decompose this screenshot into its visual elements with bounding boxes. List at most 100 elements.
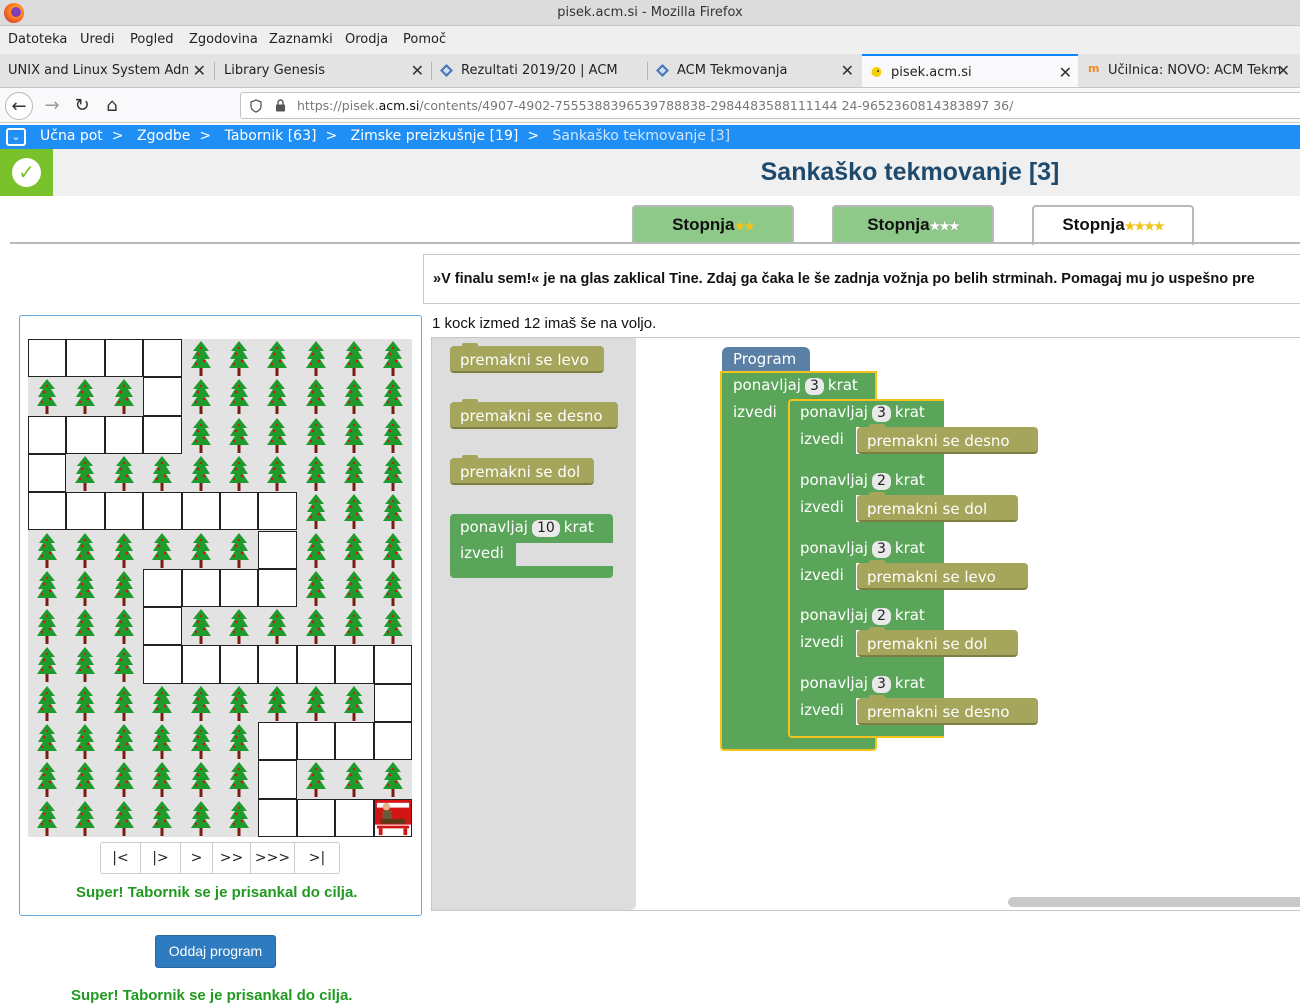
close-tab-icon[interactable]: ✕ [1059,63,1072,82]
play-button[interactable]: > [181,843,213,873]
reset-button[interactable]: |< [101,843,141,873]
workspace-scrollbar[interactable] [1008,897,1300,907]
menu-pomoc[interactable]: Pomoč [403,32,446,47]
move-block[interactable]: premakni se levo [857,559,1028,590]
tree-cell [28,799,66,837]
menu-pogled[interactable]: Pogled [130,32,173,47]
menu-datoteka[interactable]: Datoteka [8,32,67,47]
result-message-bottom: Super! Tabornik se je prisankal do cilja… [71,987,353,1004]
tab-rezultati[interactable]: Rezultati 2019/20 | ACM T [432,54,646,87]
reload-button[interactable]: ↻ [68,92,96,120]
close-tab-icon[interactable]: ✕ [193,61,206,80]
move-block[interactable]: premakni se desno [857,424,1038,454]
menu-orodja[interactable]: Orodja [345,32,388,47]
tab-ucilnica[interactable]: m Učilnica: NOVO: ACM Tekm ✕ [1080,54,1300,87]
tree-icon [267,609,288,645]
tree-cell [105,684,143,722]
tree-icon [75,685,96,721]
do-label: izvedi [800,430,844,448]
tab-acm-tekmovanja[interactable]: ACM Tekmovanja ✕ [648,54,860,87]
tree-cell [335,492,373,530]
close-tab-icon[interactable]: ✕ [1277,61,1290,80]
path-cell [66,492,105,531]
path-cell [220,568,259,608]
tree-cell [66,607,104,645]
tree-cell [335,339,373,377]
fast-play-button[interactable]: >> [213,843,251,873]
url-bar[interactable]: https://pisek.acm.si/contents/4907-4902-… [240,92,1300,119]
chevron-down-icon[interactable]: ⌄ [6,128,26,146]
skip-to-end-button[interactable]: >| [295,843,339,873]
toolbox-block-left[interactable]: premakni se levo [450,343,604,373]
tree-icon [37,685,57,721]
tree-cell [335,684,373,722]
path-cell [143,607,182,646]
level-tab-3[interactable]: Stopnja★★★★ [1032,205,1194,245]
shield-icon[interactable] [250,99,262,113]
tree-icon [75,379,96,415]
solved-badge: ✓ [0,149,53,196]
task-description: »V finalu sem!« je na glas zaklical Tine… [423,254,1300,304]
do-label: izvedi [800,497,844,516]
menu-uredi[interactable]: Uredi [80,32,114,47]
breadcrumb: Učna pot > Zgodbe > Tabornik [63] > Zimske … [40,128,731,144]
tree-cell [143,684,181,722]
tree-icon [344,455,365,491]
path-cell [181,568,220,608]
do-label: izvedi [460,544,504,562]
tab-strip: UNIX and Linux System Admir ✕ Library Ge… [0,54,1300,88]
lock-icon[interactable] [275,99,286,112]
tree-icon [113,800,134,836]
forward-button[interactable]: → [38,92,66,120]
repeat-label: ponavljaj 10 krat [460,518,594,537]
move-block[interactable]: premakni se desno [857,695,1038,726]
tree-cell [258,607,296,645]
tree-cell [105,645,143,683]
tree-icon [113,647,134,683]
tree-cell [105,760,143,798]
program-hat-block[interactable]: Program [722,347,810,372]
step-button[interactable]: |> [141,843,181,873]
tree-icon [382,609,403,645]
tab-label: Učilnica: NOVO: ACM Tekm [1108,63,1282,78]
tree-cell [335,454,373,492]
tree-icon [37,379,57,415]
faster-play-button[interactable]: >>> [251,843,295,873]
toolbox-block-down[interactable]: premakni se dol [450,455,594,485]
acm-diamond-icon [440,64,453,77]
close-tab-icon[interactable]: ✕ [411,61,424,80]
submit-program-button[interactable]: Oddaj program [155,935,276,968]
tab-unix[interactable]: UNIX and Linux System Admir ✕ [0,54,212,87]
move-block[interactable]: premakni se dol [857,491,1018,522]
breadcrumb-item-ucna-pot[interactable]: Učna pot [40,128,103,144]
tree-icon [267,685,288,721]
tree-cell [220,531,258,569]
level-tab-1[interactable]: Stopnja★★ [632,205,794,243]
menu-zaznamki[interactable]: Zaznamki [269,32,333,47]
tree-icon [75,762,96,798]
home-button[interactable]: ⌂ [98,92,126,120]
tree-cell [374,492,412,530]
tree-cell [28,607,66,645]
tree-cell [66,799,104,837]
tree-cell [143,799,181,837]
path-cell [66,415,105,454]
toolbox-block-right[interactable]: premakni se desno [450,399,618,429]
path-cell [335,798,374,837]
tab-pisek[interactable]: pisek.acm.si ✕ [862,54,1078,87]
breadcrumb-item-zgodbe[interactable]: Zgodbe [137,128,190,144]
menu-zgodovina[interactable]: Zgodovina [189,32,258,47]
move-block[interactable]: premakni se dol [857,627,1018,658]
back-button[interactable]: ← [5,92,33,120]
close-tab-icon[interactable]: ✕ [841,61,854,80]
breadcrumb-item-tabornik[interactable]: Tabornik [63] [225,128,317,144]
path-cell [373,683,412,722]
url-text: https://pisek.acm.si/contents/4907-4902-… [297,98,1014,113]
tree-icon [344,379,365,415]
tab-library-genesis[interactable]: Library Genesis ✕ [216,54,430,87]
tab-label: pisek.acm.si [891,65,972,80]
skier-icon [374,799,411,835]
breadcrumb-item-zimske[interactable]: Zimske preizkušnje [19] [351,128,519,144]
level-tab-2[interactable]: Stopnja★★★ [832,205,994,243]
tree-icon [267,417,288,453]
